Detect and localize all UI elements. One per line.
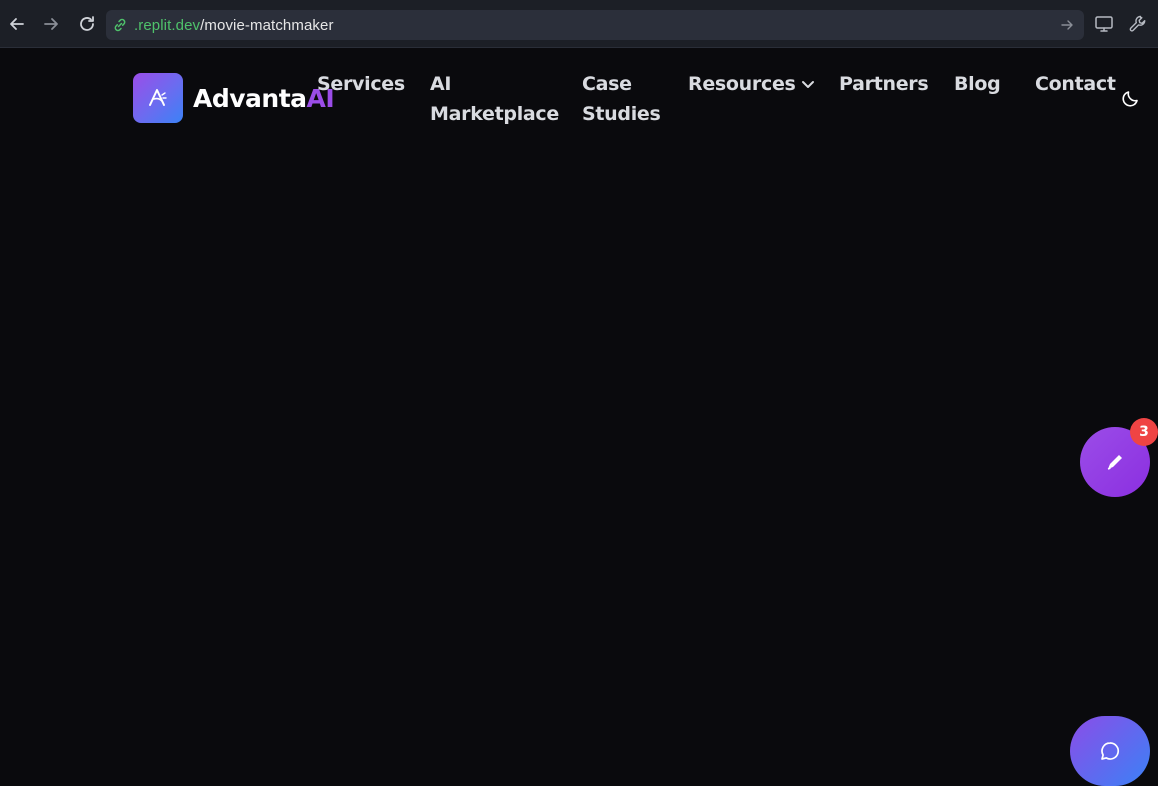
address-bar[interactable]: .replit.dev/movie-matchmaker <box>106 10 1084 40</box>
nav-resources-label: Resources <box>688 73 796 95</box>
logo-mark[interactable] <box>133 73 183 123</box>
reload-button[interactable] <box>75 12 99 36</box>
moon-icon[interactable] <box>1121 88 1141 108</box>
reload-icon <box>80 16 94 31</box>
link-icon <box>114 18 126 32</box>
nav-case-studies-line2: Studies <box>582 103 661 125</box>
nav-case-studies-line1: Case <box>582 73 632 95</box>
forward-button[interactable] <box>39 12 63 36</box>
logo-icon <box>149 89 167 106</box>
chat-bubble-icon <box>1101 742 1120 760</box>
forward-arrow-icon <box>44 18 58 30</box>
chevron-down-icon <box>801 81 814 88</box>
nav-contact[interactable]: Contact <box>1035 69 1116 99</box>
nav-partners[interactable]: Partners <box>839 69 929 99</box>
nav-ai-marketplace[interactable]: AI Marketplace <box>430 69 559 129</box>
nav-blog[interactable]: Blog <box>954 69 1001 99</box>
back-arrow-icon <box>10 18 24 30</box>
wrench-icon[interactable] <box>1127 13 1149 35</box>
browser-toolbar: .replit.dev/movie-matchmaker <box>0 0 1158 48</box>
nav-ai-marketplace-line2: Marketplace <box>430 103 559 125</box>
nav-case-studies[interactable]: Case Studies <box>582 69 661 129</box>
back-button[interactable] <box>5 12 29 36</box>
logo-wordmark[interactable]: AdvantaAI <box>193 84 335 113</box>
logo-text: Advanta <box>193 84 307 113</box>
pencil-icon <box>1107 455 1122 470</box>
go-arrow-icon[interactable] <box>1058 16 1076 34</box>
chat-fab-button[interactable] <box>1070 716 1150 786</box>
url-path: /movie-matchmaker <box>200 16 334 34</box>
url-domain: .replit.dev <box>134 16 201 34</box>
notification-badge: 3 <box>1130 418 1158 446</box>
nav-resources[interactable]: Resources <box>688 69 816 99</box>
nav-ai-marketplace-line1: AI <box>430 73 452 95</box>
monitor-icon[interactable] <box>1093 13 1115 35</box>
nav-services[interactable]: Services <box>317 69 405 99</box>
url-text: .replit.dev/movie-matchmaker <box>134 17 334 34</box>
